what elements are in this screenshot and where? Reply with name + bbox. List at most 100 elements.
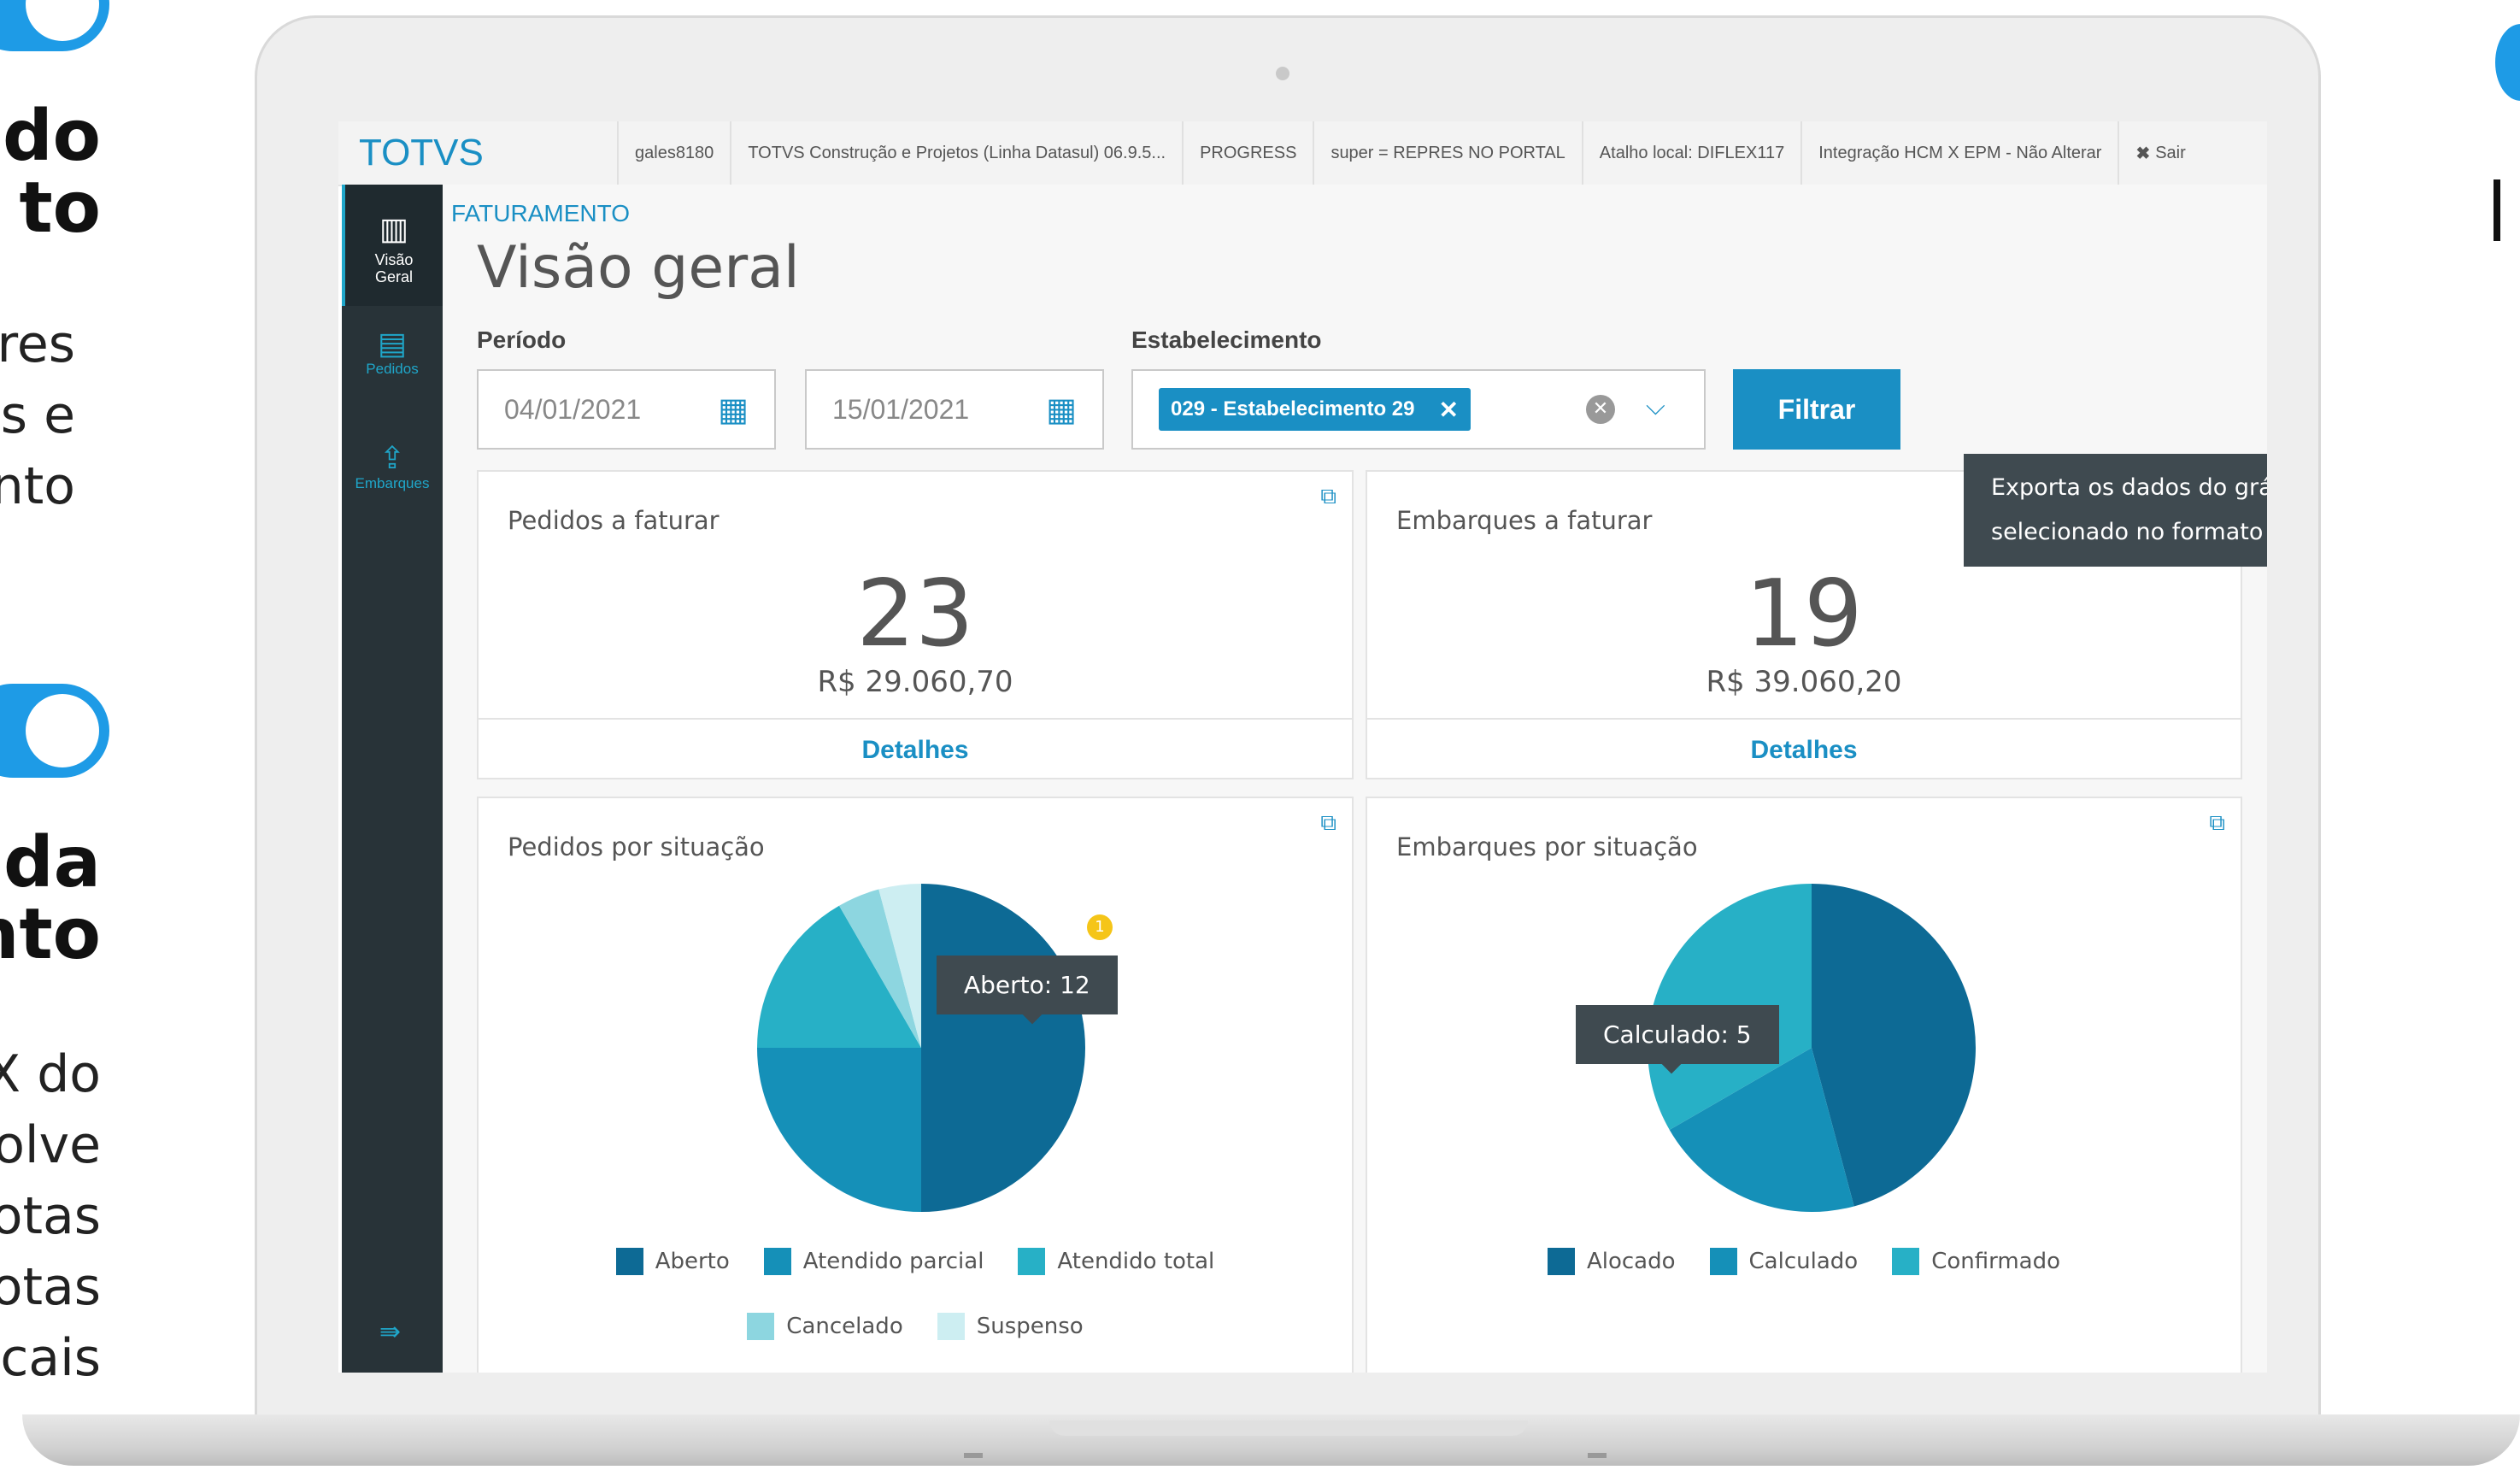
legend-item[interactable]: Calculado — [1709, 1232, 1859, 1291]
embarques-count: 19 — [1745, 561, 1863, 667]
pie-legend: Aberto Atendido parcial Atendido total Canc… — [479, 1232, 1352, 1362]
side-heading-2: danto — [0, 822, 101, 975]
side-paragraph-2: X do olve otas otas cais — [0, 1044, 101, 1388]
legend-label: Aberto — [655, 1249, 730, 1274]
filter-button[interactable]: Filtrar — [1733, 369, 1900, 450]
pie-tooltip: Calculado: 5 — [1576, 1005, 1779, 1074]
side-toggle-1 — [0, 0, 109, 51]
legend-item[interactable]: Confirmado — [1892, 1232, 2060, 1291]
laptop-foot — [964, 1453, 983, 1458]
legend-swatch — [615, 1248, 643, 1275]
legend-swatch — [763, 1248, 791, 1275]
legend-item[interactable]: Aberto — [615, 1232, 730, 1291]
pie-slice-aberto[interactable] — [921, 884, 1085, 1212]
chart-title: Embarques por situação — [1396, 832, 1698, 861]
top-bar: TOTVS gales8180 TOTVS Construção e Proje… — [338, 121, 2267, 186]
embarques-chart-card: Embarques por situação ⧉ Calculado: 5 Al… — [1366, 797, 2242, 1373]
database-name[interactable]: PROGRESS — [1182, 121, 1313, 185]
user-name[interactable]: gales8180 — [617, 121, 730, 185]
page-title: Visão geral — [477, 234, 800, 302]
integration-name[interactable]: Integração HCM X EPM - Não Alterar — [1800, 121, 2118, 185]
legend-item[interactable]: Cancelado — [747, 1297, 903, 1355]
chip-label: 029 - Estabelecimento 29 — [1171, 397, 1415, 420]
export-icon[interactable]: ⧉ — [2209, 810, 2225, 837]
sidebar: ▥ Visão Geral ▤ Pedidos ⇪ Embarques ⇛ — [342, 185, 443, 1373]
legend-label: Confirmado — [1931, 1249, 2061, 1274]
notification-badge: 1 — [1087, 914, 1113, 940]
legend-swatch — [1892, 1248, 1920, 1275]
laptop-notch — [1049, 1420, 1528, 1436]
legend-swatch — [1547, 1248, 1575, 1275]
pedidos-details-link[interactable]: Detalhes — [479, 718, 1352, 781]
export-icon[interactable]: ⧉ — [1320, 484, 1336, 510]
pedidos-count: 23 — [856, 561, 974, 667]
establishment-chip: 029 - Estabelecimento 29 ✕ — [1159, 388, 1471, 431]
chevron-down-icon[interactable]: ⌵ — [1646, 391, 1665, 421]
legend-swatch — [747, 1313, 775, 1340]
pie-slice-atendido-parcial[interactable] — [757, 1048, 921, 1212]
local-shortcut[interactable]: Atalho local: DIFLEX117 — [1581, 121, 1800, 185]
side-heading-1: do to — [2, 96, 101, 249]
card-title: Embarques a faturar — [1396, 506, 1653, 535]
legend-label: Atendido parcial — [802, 1249, 984, 1274]
end-date-field[interactable]: 15/01/2021 ▦ — [805, 369, 1104, 450]
side-toggle-2 — [0, 684, 109, 778]
establishment-select[interactable]: 029 - Estabelecimento 29 ✕ ✕ ⌵ — [1131, 369, 1706, 450]
document-icon: ▤ — [377, 326, 407, 361]
legend-item[interactable]: Suspenso — [937, 1297, 1084, 1355]
export-icon[interactable]: ⧉ — [1320, 810, 1336, 837]
main-content: FATURAMENTO Visão geral Período 04/01/20… — [443, 185, 2267, 1373]
company-name[interactable]: TOTVS Construção e Projetos (Linha Datas… — [730, 121, 1182, 185]
embarques-details-link[interactable]: Detalhes — [1367, 718, 2241, 781]
chart-title: Pedidos por situação — [508, 832, 765, 861]
card-title: Pedidos a faturar — [508, 506, 720, 535]
side-paragraph-1: res s e nto — [0, 315, 75, 516]
user-profile[interactable]: super = REPRES NO PORTAL — [1313, 121, 1581, 185]
section-label: FATURAMENTO — [451, 200, 630, 226]
collapse-menu-icon[interactable]: ⇛ — [379, 1317, 401, 1347]
legend-label: Calculado — [1748, 1249, 1859, 1274]
end-date-value: 15/01/2021 — [832, 393, 970, 425]
sidebar-item-pedidos[interactable]: ▤ Pedidos — [342, 326, 443, 378]
period-label: Período — [477, 326, 567, 353]
calendar-icon[interactable]: ▦ — [718, 391, 749, 429]
pedidos-chart-card: Pedidos por situação ⧉ 1 Aberto: 12 Aber… — [477, 797, 1354, 1373]
camera — [1276, 67, 1289, 80]
embarques-value: R$ 39.060,20 — [1706, 665, 1902, 699]
exit-label: Sair — [2155, 143, 2186, 162]
establishment-label: Estabelecimento — [1131, 326, 1322, 353]
upload-file-icon: ⇪ — [379, 440, 406, 475]
close-icon: ✖ — [2135, 144, 2151, 163]
screen: TOTVS gales8180 TOTVS Construção e Proje… — [338, 121, 2267, 1373]
right-side-glyph — [2494, 179, 2500, 241]
legend-item[interactable]: Atendido parcial — [763, 1232, 984, 1291]
sidebar-item-label: Pedidos — [366, 361, 419, 377]
legend-swatch — [1709, 1248, 1737, 1275]
legend-label: Alocado — [1586, 1249, 1676, 1274]
legend-swatch — [1018, 1248, 1046, 1275]
legend-label: Cancelado — [786, 1314, 903, 1339]
sidebar-item-label: Visão Geral — [374, 251, 414, 285]
legend-item[interactable]: Atendido total — [1018, 1232, 1214, 1291]
legend-swatch — [937, 1313, 965, 1340]
legend-label: Suspenso — [976, 1314, 1084, 1339]
legend-item[interactable]: Alocado — [1547, 1232, 1676, 1291]
legend-label: Atendido total — [1057, 1249, 1215, 1274]
sidebar-item-embarques[interactable]: ⇪ Embarques — [342, 441, 443, 492]
laptop-foot — [1588, 1453, 1607, 1458]
bar-chart-icon: ▥ — [379, 211, 408, 246]
pedidos-pie-chart — [757, 884, 1085, 1212]
exit-button[interactable]: ✖ Sair — [2118, 121, 2201, 185]
pedidos-card: Pedidos a faturar ⧉ 23 R$ 29.060,70 Deta… — [477, 470, 1354, 779]
pedidos-value: R$ 29.060,70 — [817, 665, 1013, 699]
start-date-field[interactable]: 04/01/2021 ▦ — [477, 369, 776, 450]
sidebar-item-visao-geral[interactable]: ▥ Visão Geral — [342, 185, 443, 306]
pie-tooltip: Aberto: 12 — [937, 956, 1118, 1025]
csv-export-tooltip: Exporta os dados do gráfico selecionado … — [1964, 454, 2267, 567]
sidebar-item-label: Embarques — [355, 475, 430, 491]
clear-icon[interactable]: ✕ — [1586, 395, 1615, 424]
totvs-logo[interactable]: TOTVS — [338, 132, 617, 174]
chip-remove-icon[interactable]: ✕ — [1438, 396, 1458, 424]
start-date-value: 04/01/2021 — [504, 393, 642, 425]
calendar-icon[interactable]: ▦ — [1046, 391, 1077, 429]
